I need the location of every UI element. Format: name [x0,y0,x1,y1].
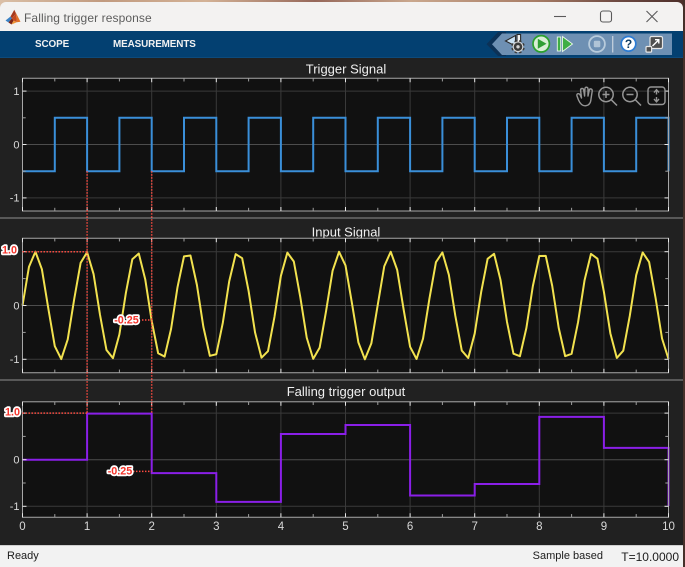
svg-text:10: 10 [662,521,675,533]
svg-text:9: 9 [601,521,607,533]
svg-text:0: 0 [19,521,25,533]
svg-text:1.0: 1.0 [2,244,17,256]
svg-text:-0.25: -0.25 [114,314,139,326]
svg-text:3: 3 [213,521,219,533]
svg-text:8: 8 [536,521,542,533]
svg-text:1: 1 [84,521,90,533]
svg-text:Input Signal: Input Signal [312,224,381,239]
svg-text:7: 7 [471,521,477,533]
svg-text:6: 6 [407,521,413,533]
svg-text:-1: -1 [10,192,20,204]
svg-text:-0.25: -0.25 [108,465,133,477]
svg-text:Falling trigger output: Falling trigger output [287,384,406,399]
svg-text:-1: -1 [10,501,20,513]
svg-text:0: 0 [13,300,19,312]
svg-text:2: 2 [148,521,154,533]
svg-text:0: 0 [13,454,19,466]
svg-text:Trigger Signal: Trigger Signal [306,61,387,76]
svg-text:1: 1 [13,85,19,97]
svg-text:-1: -1 [10,354,20,366]
svg-text:1.0: 1.0 [5,406,20,418]
svg-text:4: 4 [278,521,285,533]
svg-text:0: 0 [13,139,19,151]
svg-text:5: 5 [342,521,348,533]
svg-text:?: ? [625,37,632,51]
